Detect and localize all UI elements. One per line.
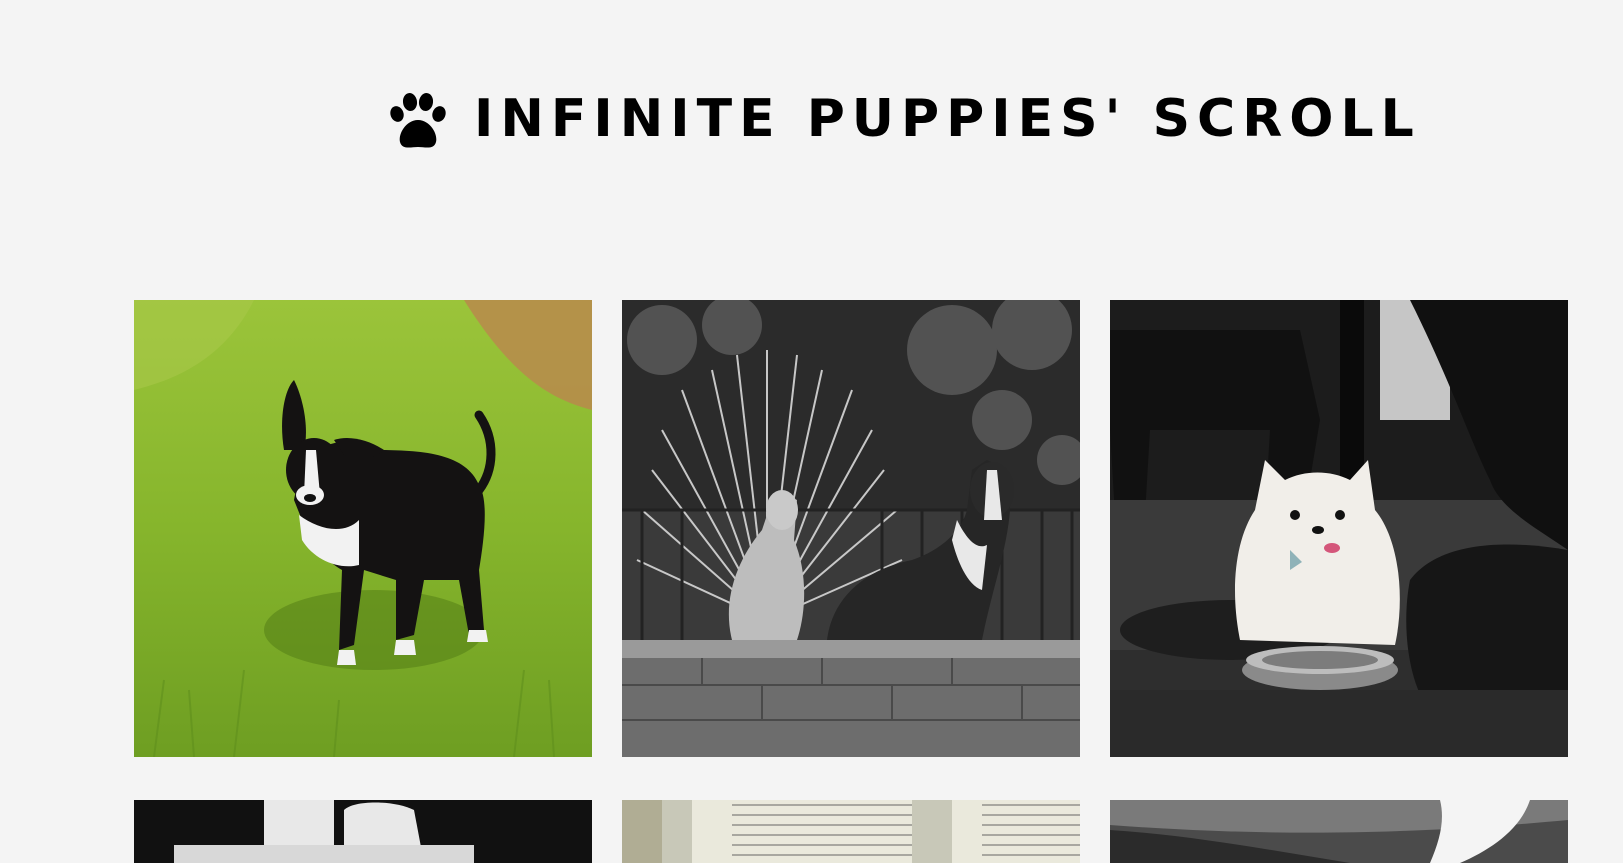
dog-photo-image [1110,300,1568,757]
puppy-photo-3[interactable] [1110,300,1568,757]
dog-photo-image [1110,800,1568,863]
puppy-photo-2[interactable] [622,300,1080,757]
dog-photo-image [622,800,1080,863]
dog-photo-image [134,300,592,757]
puppy-photo-5[interactable] [622,800,1080,863]
puppy-photo-4[interactable] [134,800,592,863]
puppy-photo-6[interactable] [1110,800,1568,863]
puppy-gallery [0,0,1623,863]
dog-photo-image [622,300,1080,757]
dog-photo-image [134,800,592,863]
puppy-photo-1[interactable] [134,300,592,757]
